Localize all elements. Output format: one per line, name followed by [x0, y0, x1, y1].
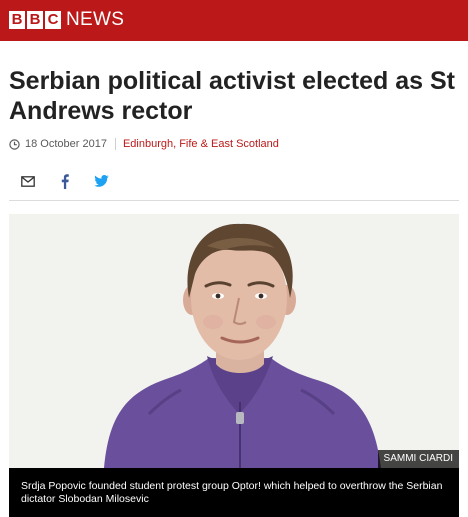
- facebook-icon: [61, 173, 69, 189]
- share-tools: [9, 170, 120, 192]
- email-icon: [20, 175, 35, 187]
- share-divider: [9, 200, 459, 201]
- news-section-link[interactable]: NEWS: [66, 10, 124, 30]
- photo-credit: SAMMI CIARDI: [377, 450, 459, 468]
- portrait-image: [9, 214, 459, 468]
- meta-divider: [114, 138, 116, 150]
- share-email-button[interactable]: [9, 170, 46, 192]
- logo-letter-b2: B: [27, 11, 43, 29]
- section-link[interactable]: Edinburgh, Fife & East Scotland: [123, 138, 279, 150]
- article-meta: 18 October 2017 Edinburgh, Fife & East S…: [9, 137, 279, 151]
- twitter-icon: [94, 175, 109, 187]
- article-date: 18 October 2017: [25, 138, 107, 150]
- site-header: B B C NEWS: [0, 0, 468, 41]
- share-twitter-button[interactable]: [83, 170, 120, 192]
- article-photo: SAMMI CIARDI Srdja Popovic founded stude…: [9, 214, 459, 517]
- bbc-logo[interactable]: B B C: [9, 11, 61, 29]
- logo-letter-c: C: [45, 11, 61, 29]
- share-facebook-button[interactable]: [46, 170, 83, 192]
- article-headline: Serbian political activist elected as St…: [9, 67, 456, 125]
- photo-caption: Srdja Popovic founded student protest gr…: [9, 468, 459, 517]
- clock-icon: [9, 138, 20, 150]
- logo-letter-b1: B: [9, 11, 25, 29]
